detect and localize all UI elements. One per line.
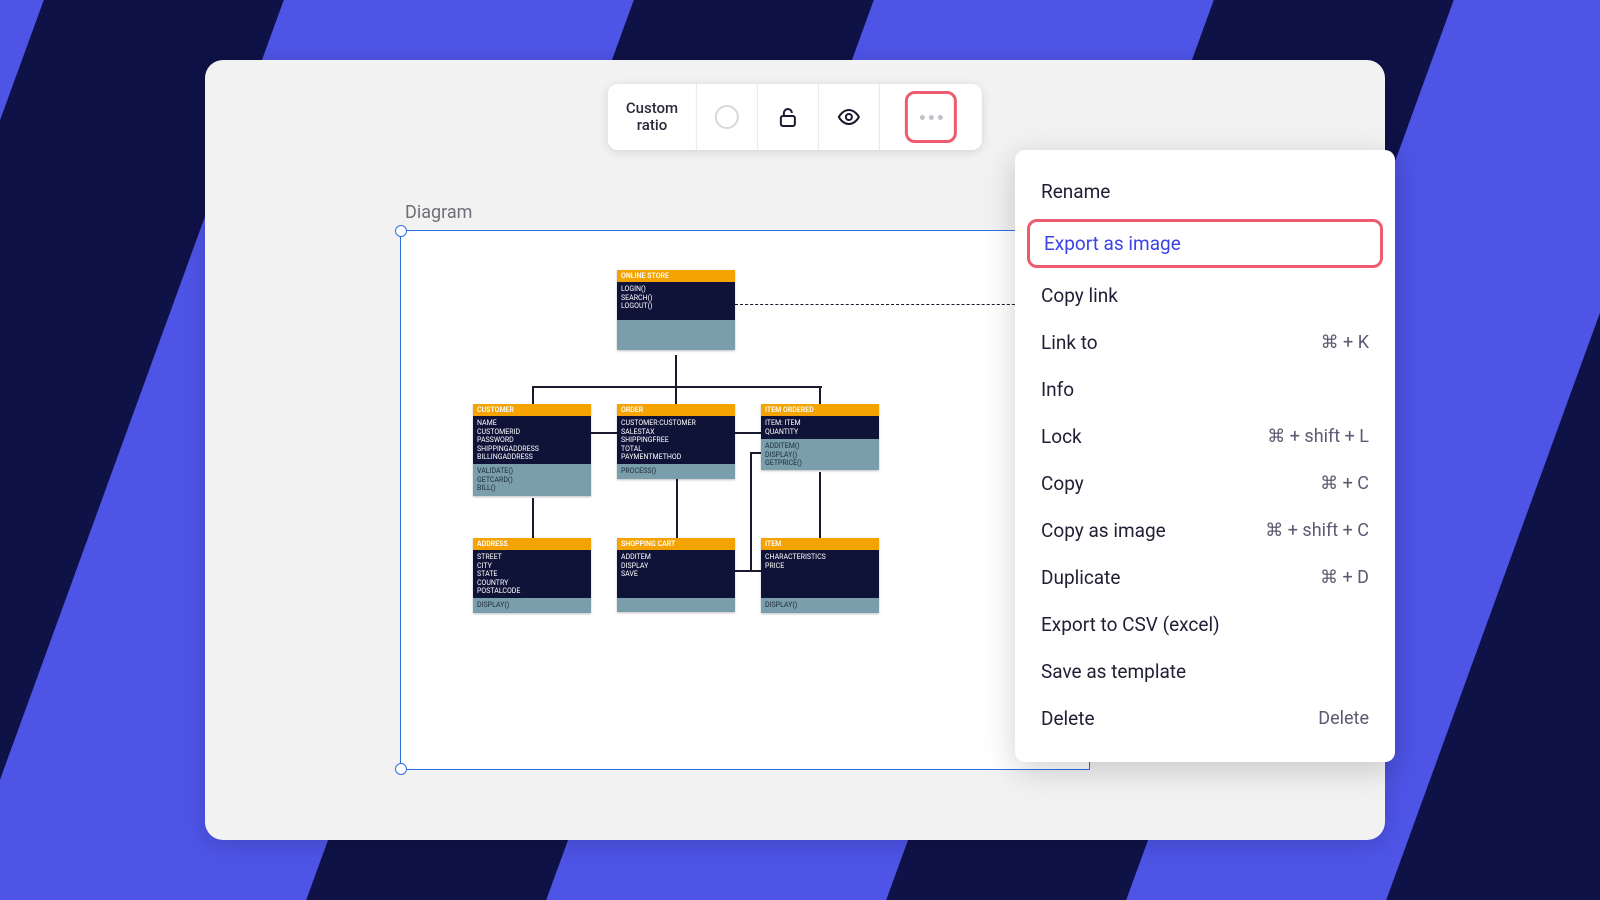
- more-options-segment: [880, 84, 982, 150]
- selection-handle-bl[interactable]: [395, 763, 407, 775]
- menu-item-lock[interactable]: Lock ⌘ + shift + L: [1015, 413, 1395, 460]
- node-header: ADDRESS: [473, 538, 591, 550]
- node-header: CUSTOMER: [473, 404, 591, 416]
- menu-item-label: Delete: [1041, 707, 1095, 730]
- connector-line: [819, 386, 821, 404]
- connector-line: [675, 355, 677, 405]
- node-header: ORDER: [617, 404, 735, 416]
- editor-board: Custom ratio Diagram: [205, 60, 1385, 840]
- menu-item-copy[interactable]: Copy ⌘ + C: [1015, 460, 1395, 507]
- connector-line: [532, 386, 534, 404]
- node-header: SHOPPING CART: [617, 538, 735, 550]
- node-footer: [617, 320, 735, 350]
- menu-item-shortcut: ⌘ + C: [1320, 473, 1369, 494]
- node-body: NAME CUSTOMERID PASSWORD SHIPPINGADDRESS…: [473, 416, 591, 464]
- menu-item-shortcut: ⌘ + shift + L: [1267, 426, 1369, 447]
- menu-item-delete[interactable]: Delete Delete: [1015, 695, 1395, 742]
- uml-node-address[interactable]: ADDRESS STREET CITY STATE COUNTRY POSTAL…: [473, 538, 591, 613]
- connector-line: [532, 498, 534, 538]
- menu-item-label: Duplicate: [1041, 566, 1120, 589]
- connector-line: [735, 432, 761, 434]
- connector-line: [591, 432, 617, 434]
- menu-item-export-as-image[interactable]: Export as image: [1027, 219, 1383, 268]
- connector-line: [676, 472, 678, 538]
- menu-item-label: Export to CSV (excel): [1041, 613, 1220, 636]
- node-body: LOGIN() SEARCH() LOGOUT(): [617, 282, 735, 320]
- menu-item-shortcut: ⌘ + D: [1320, 567, 1369, 588]
- lock-toggle[interactable]: [758, 84, 819, 150]
- menu-item-label: Save as template: [1041, 660, 1186, 683]
- uml-node-store[interactable]: ONLINE STORE LOGIN() SEARCH() LOGOUT(): [617, 270, 735, 350]
- node-footer: VALIDATE() GETCARD() BILL(): [473, 464, 591, 495]
- uml-node-cart[interactable]: SHOPPING CART ADDITEM DISPLAY SAVE: [617, 538, 735, 612]
- selection-box[interactable]: [400, 230, 1090, 770]
- uml-node-item-ordered[interactable]: ITEM ORDERED ITEM: ITEM QUANTITY ADDITEM…: [761, 404, 879, 470]
- menu-item-rename[interactable]: Rename: [1015, 168, 1395, 215]
- context-menu: Rename Export as image Copy link Link to…: [1015, 150, 1395, 762]
- color-swatch[interactable]: [697, 84, 758, 150]
- floating-toolbar: Custom ratio: [608, 84, 982, 150]
- ratio-label-line2: ratio: [637, 117, 667, 134]
- connector-line: [819, 472, 821, 538]
- connector-line: [750, 452, 752, 570]
- eye-icon: [837, 105, 861, 129]
- ratio-label-line1: Custom: [626, 100, 678, 117]
- connector-line: [735, 570, 761, 572]
- menu-item-copy-as-image[interactable]: Copy as image ⌘ + shift + C: [1015, 507, 1395, 554]
- menu-item-duplicate[interactable]: Duplicate ⌘ + D: [1015, 554, 1395, 601]
- ellipsis-icon: [920, 115, 943, 120]
- menu-item-export-csv[interactable]: Export to CSV (excel): [1015, 601, 1395, 648]
- node-body: ADDITEM DISPLAY SAVE: [617, 550, 735, 598]
- connector-line: [532, 386, 822, 388]
- menu-item-label: Link to: [1041, 331, 1098, 354]
- node-body: CUSTOMER:CUSTOMER SALESTAX SHIPPINGFREE …: [617, 416, 735, 464]
- circle-icon: [715, 105, 739, 129]
- node-footer: [617, 598, 735, 612]
- visibility-toggle[interactable]: [819, 84, 880, 150]
- menu-item-label: Copy link: [1041, 284, 1118, 307]
- node-footer: ADDITEM() DISPLAY() GETPRICE(): [761, 439, 879, 470]
- node-header: ONLINE STORE: [617, 270, 735, 282]
- node-footer: DISPLAY(): [761, 598, 879, 612]
- selection-handle-tl[interactable]: [395, 225, 407, 237]
- menu-item-save-as-template[interactable]: Save as template: [1015, 648, 1395, 695]
- menu-item-label: Lock: [1041, 425, 1082, 448]
- node-body: CHARACTERISTICS PRICE: [761, 550, 879, 598]
- menu-item-copy-link[interactable]: Copy link: [1015, 272, 1395, 319]
- menu-item-label: Copy: [1041, 472, 1084, 495]
- uml-node-customer[interactable]: CUSTOMER NAME CUSTOMERID PASSWORD SHIPPI…: [473, 404, 591, 496]
- uml-node-order[interactable]: ORDER CUSTOMER:CUSTOMER SALESTAX SHIPPIN…: [617, 404, 735, 479]
- node-header: ITEM ORDERED: [761, 404, 879, 416]
- menu-item-link-to[interactable]: Link to ⌘ + K: [1015, 319, 1395, 366]
- menu-item-label: Export as image: [1044, 232, 1181, 255]
- uml-node-item[interactable]: ITEM CHARACTERISTICS PRICE DISPLAY(): [761, 538, 879, 613]
- menu-item-shortcut: ⌘ + shift + C: [1265, 520, 1369, 541]
- menu-item-shortcut: ⌘ + K: [1321, 332, 1369, 353]
- unlock-icon: [776, 105, 800, 129]
- menu-item-shortcut: Delete: [1318, 708, 1369, 729]
- node-header: ITEM: [761, 538, 879, 550]
- node-footer: DISPLAY(): [473, 598, 591, 612]
- canvas-group-label: Diagram: [405, 202, 472, 223]
- node-body: ITEM: ITEM QUANTITY: [761, 416, 879, 439]
- more-options-button[interactable]: [905, 91, 957, 143]
- menu-item-info[interactable]: Info: [1015, 366, 1395, 413]
- node-body: STREET CITY STATE COUNTRY POSTALCODE: [473, 550, 591, 598]
- menu-item-label: Rename: [1041, 180, 1110, 203]
- connector-line: [735, 304, 1035, 305]
- node-footer: PROCESS(): [617, 464, 735, 478]
- menu-item-label: Copy as image: [1041, 519, 1166, 542]
- menu-item-label: Info: [1041, 378, 1074, 401]
- ratio-dropdown[interactable]: Custom ratio: [608, 84, 697, 150]
